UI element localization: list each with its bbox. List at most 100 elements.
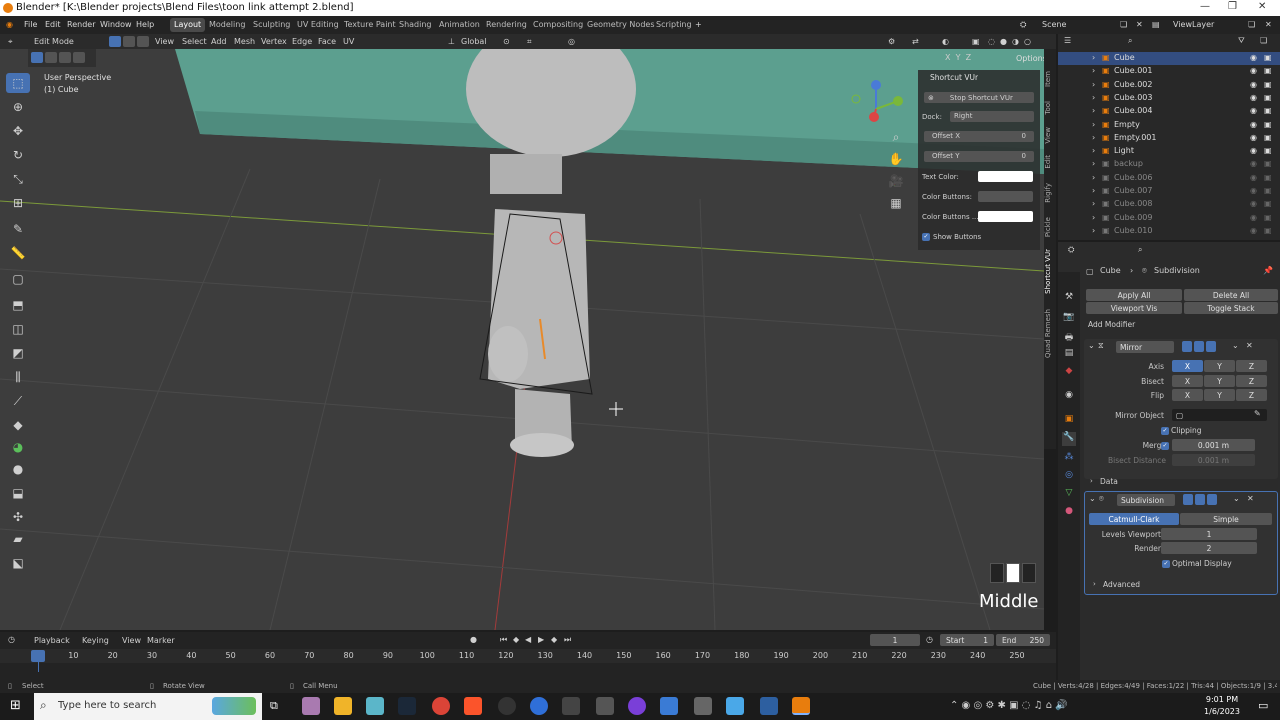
bisect-y-toggle[interactable]: Y bbox=[1204, 375, 1235, 387]
chrome-icon[interactable] bbox=[432, 697, 450, 715]
expand-icon[interactable]: › bbox=[1092, 226, 1095, 235]
clock-time[interactable]: 9:01 PM bbox=[1200, 695, 1244, 704]
rip-tool-icon[interactable]: ⬕ bbox=[6, 553, 30, 573]
flip-z-toggle[interactable]: Z bbox=[1236, 389, 1267, 401]
color-buttons-2-swatch[interactable] bbox=[978, 211, 1033, 222]
taskbar-app-3-icon[interactable] bbox=[366, 697, 384, 715]
tab-view[interactable]: View bbox=[1044, 127, 1056, 144]
expand-icon[interactable]: › bbox=[1092, 80, 1095, 89]
tool-props-icon[interactable]: ⚒ bbox=[1062, 292, 1076, 306]
outliner-row[interactable]: › ▣ Empty ◉ ▣ bbox=[1058, 119, 1280, 132]
merge-checkbox[interactable]: ✓ bbox=[1161, 442, 1169, 450]
taskbar-app-9-icon[interactable] bbox=[562, 697, 580, 715]
stop-shortcut-button[interactable]: ⊗ Stop Shortcut VUr bbox=[924, 92, 1034, 103]
axis-y-toggle[interactable]: Y bbox=[1204, 360, 1235, 372]
pin-icon[interactable]: 📌 bbox=[1263, 266, 1273, 275]
data-expand-icon[interactable]: › bbox=[1090, 477, 1093, 485]
tab-shortcut-vur[interactable]: Shortcut VUr bbox=[1044, 249, 1056, 294]
wireframe-shading-icon[interactable]: ◌ bbox=[988, 37, 995, 46]
tab-item[interactable]: Item bbox=[1044, 71, 1056, 87]
windows-start-icon[interactable]: ⊞ bbox=[10, 698, 21, 713]
edge-slide-tool-icon[interactable]: ⬓ bbox=[6, 483, 30, 503]
workspace-texture-paint[interactable]: Texture Paint bbox=[340, 18, 400, 32]
workspace-shading[interactable]: Shading bbox=[395, 18, 436, 32]
render-camera-icon[interactable]: ▣ bbox=[1264, 93, 1272, 102]
vertex-select-icon[interactable] bbox=[109, 36, 121, 47]
render-camera-icon[interactable]: ▣ bbox=[1264, 66, 1272, 75]
outliner-type-icon[interactable]: ☰ bbox=[1064, 36, 1071, 45]
ortho-grid-icon[interactable]: ▦ bbox=[886, 193, 906, 213]
viewport-menu-view[interactable]: View bbox=[155, 37, 174, 46]
axis-x-toggle[interactable]: X bbox=[1172, 360, 1203, 372]
mode-selector[interactable]: Edit Mode bbox=[34, 37, 74, 46]
view-layer-props-icon[interactable]: ▤ bbox=[1062, 348, 1076, 362]
show-buttons-checkbox[interactable]: ✓ bbox=[922, 233, 930, 241]
poly-build-tool-icon[interactable]: ◆ bbox=[6, 415, 30, 435]
select-new-icon[interactable] bbox=[31, 52, 43, 63]
taskbar-app-14-icon[interactable] bbox=[726, 697, 744, 715]
tab-edit[interactable]: Edit bbox=[1044, 155, 1056, 169]
outliner-row[interactable]: › ▣ backup ◉ ▣ bbox=[1058, 158, 1280, 171]
task-view-icon[interactable]: ⧉ bbox=[270, 699, 278, 713]
toggle-stack-button[interactable]: Toggle Stack bbox=[1184, 302, 1278, 314]
edit-mode-toggle-icon[interactable] bbox=[1182, 341, 1192, 352]
levels-viewport-field[interactable]: 1 bbox=[1161, 528, 1257, 540]
outliner-row[interactable]: › ▣ Cube ◉ ▣ bbox=[1058, 52, 1280, 65]
select-subtract-icon[interactable] bbox=[59, 52, 71, 63]
edge-select-icon[interactable] bbox=[123, 36, 135, 47]
viewport-menu-add[interactable]: Add bbox=[211, 37, 227, 46]
workspace-geometry-nodes[interactable]: Geometry Nodes bbox=[583, 18, 658, 32]
brave-icon[interactable] bbox=[464, 697, 482, 715]
color-buttons-swatch[interactable] bbox=[978, 191, 1033, 202]
visibility-eye-icon[interactable]: ◉ bbox=[1250, 159, 1257, 168]
dropdown-icon[interactable]: ⌄ bbox=[1233, 494, 1240, 503]
taskbar-search-box[interactable]: ⌕ Type here to search bbox=[34, 693, 262, 720]
outliner-row[interactable]: › ▣ Cube.007 ◉ ▣ bbox=[1058, 185, 1280, 198]
viewport-menu-mesh[interactable]: Mesh bbox=[234, 37, 255, 46]
tab-tool[interactable]: Tool bbox=[1044, 101, 1056, 115]
visibility-eye-icon[interactable]: ◉ bbox=[1250, 199, 1257, 208]
visibility-eye-icon[interactable]: ◉ bbox=[1250, 146, 1257, 155]
proportional-edit-icon[interactable]: ◎ bbox=[568, 37, 575, 46]
view-layer-name[interactable]: ViewLayer bbox=[1173, 20, 1214, 29]
viewport-vis-button[interactable]: Viewport Vis bbox=[1086, 302, 1182, 314]
select-extend-icon[interactable] bbox=[45, 52, 57, 63]
expand-icon[interactable]: › bbox=[1092, 159, 1095, 168]
delete-all-button[interactable]: Delete All bbox=[1184, 289, 1278, 301]
viewport-menu-edge[interactable]: Edge bbox=[292, 37, 312, 46]
bisect-x-toggle[interactable]: X bbox=[1172, 375, 1203, 387]
3d-viewport[interactable]: User Perspective (1) Cube ⬚ ⊕ ✥ ↻ ⤡ ⊞ ✎ … bbox=[0, 49, 1044, 630]
dock-dropdown[interactable]: Right bbox=[950, 111, 1034, 122]
outliner-row[interactable]: › ▣ Cube.002 ◉ ▣ bbox=[1058, 79, 1280, 92]
workspace-scripting[interactable]: Scripting bbox=[652, 18, 696, 32]
move-tool-icon[interactable]: ✥ bbox=[6, 121, 30, 141]
viewport-toggle-icon[interactable] bbox=[1194, 341, 1204, 352]
snap-icon[interactable]: ⌗ bbox=[527, 37, 532, 47]
taskbar-app-11-icon[interactable] bbox=[628, 697, 646, 715]
visibility-eye-icon[interactable]: ◉ bbox=[1250, 66, 1257, 75]
pan-hand-icon[interactable]: ✋ bbox=[886, 149, 906, 169]
bisect-z-toggle[interactable]: Z bbox=[1236, 375, 1267, 387]
advanced-subpanel[interactable]: Advanced bbox=[1103, 580, 1140, 589]
remove-modifier-icon[interactable]: ✕ bbox=[1246, 341, 1253, 350]
properties-type-icon[interactable]: ⛭ bbox=[1068, 245, 1074, 255]
workspace-animation[interactable]: Animation bbox=[435, 18, 484, 32]
workspace-compositing[interactable]: Compositing bbox=[529, 18, 587, 32]
world-props-icon[interactable]: ◉ bbox=[1062, 390, 1076, 404]
offset-x-field[interactable]: Offset X 0 bbox=[924, 131, 1034, 142]
tab-pickle[interactable]: Pickle bbox=[1044, 217, 1056, 237]
render-camera-icon[interactable]: ▣ bbox=[1264, 133, 1272, 142]
material-props-icon[interactable]: ● bbox=[1062, 506, 1076, 520]
transform-tool-icon[interactable]: ⊞ bbox=[6, 193, 30, 213]
catmull-clark-toggle[interactable]: Catmull-Clark bbox=[1089, 513, 1179, 525]
tab-quad-remesh[interactable]: Quad Remesh bbox=[1044, 309, 1056, 358]
playhead[interactable] bbox=[31, 650, 45, 662]
data-props-icon[interactable]: ▽ bbox=[1062, 488, 1076, 502]
expand-icon[interactable]: › bbox=[1092, 53, 1095, 62]
flip-x-toggle[interactable]: X bbox=[1172, 389, 1203, 401]
render-camera-icon[interactable]: ▣ bbox=[1264, 80, 1272, 89]
file-explorer-icon[interactable] bbox=[334, 697, 352, 715]
render-camera-icon[interactable]: ▣ bbox=[1264, 146, 1272, 155]
taskbar-app-8-icon[interactable] bbox=[530, 697, 548, 715]
cursor-tool-icon[interactable]: ⊕ bbox=[6, 97, 30, 117]
